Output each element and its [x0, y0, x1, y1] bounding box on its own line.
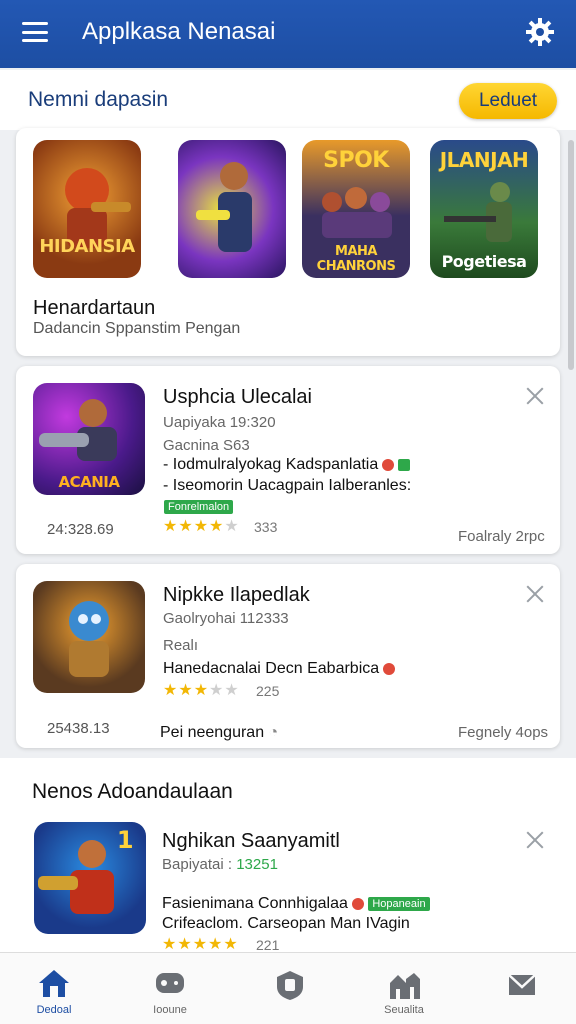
icon-title: 1	[116, 826, 134, 854]
close-icon[interactable]	[525, 584, 545, 604]
star-rating: ★★★★★	[163, 518, 240, 535]
app-name: Nghikan Saanyamitl	[162, 830, 340, 852]
shield-icon	[277, 971, 303, 1000]
scrollbar[interactable]	[568, 140, 574, 370]
app-meta: Gaolryohai 112333	[163, 610, 289, 627]
star-rating: ★★★★★	[163, 682, 240, 699]
app-name: Usphcia Ulecalai	[163, 386, 312, 408]
rating-count: 333	[254, 519, 278, 535]
app-feature: - Iseomorin Uacagpain Ialberanles:	[163, 477, 412, 494]
app-card[interactable]: Nipkke Ilapedlak Gaolryohai 112333 Realı…	[16, 564, 560, 748]
featured-tile-2[interactable]	[178, 140, 286, 278]
leduet-button[interactable]: Leduet	[459, 83, 557, 119]
featured-card: HIDANSIA SPOK MAHA CHANRONS JLANJAH Poge…	[16, 128, 560, 356]
footer-label: Pei neenguran	[160, 724, 265, 741]
app-bar: Applkasa Nenasai	[0, 0, 576, 68]
tile-title: JLANJAH	[439, 148, 529, 172]
app-meta: Gacnina S63	[163, 437, 250, 454]
nav-home[interactable]: Dedoal	[4, 953, 104, 1024]
icon-title: ACANIA	[58, 473, 120, 491]
download-count: 25438.13	[47, 720, 110, 737]
gamepad-icon	[156, 973, 184, 993]
featured-tile-1[interactable]: HIDANSIA	[33, 140, 141, 278]
nav-buildings[interactable]: Seualita	[354, 953, 454, 1024]
badge-icon	[351, 897, 364, 910]
close-icon[interactable]	[525, 386, 545, 406]
nav-label: Seualita	[384, 1004, 424, 1016]
category-tag: Fonrelmalon	[164, 500, 234, 514]
nav-games[interactable]: Iooune	[120, 953, 220, 1024]
category-tag: Hopaneain	[368, 896, 430, 911]
meta-label: Bapiyatai :	[162, 856, 233, 873]
tile-title: HIDANSIA	[39, 236, 135, 257]
featured-heading: Nemni dapasin	[28, 88, 169, 111]
featured-tile-4[interactable]: JLANJAH Pogetiesa	[430, 140, 538, 278]
section-heading: Nenos Adoandaulaan	[32, 780, 233, 803]
loading-icon: ◔	[268, 724, 279, 741]
featured-subtitle: Dadancin Sppanstim Pengan	[33, 320, 241, 337]
app-name: Nipkke Ilapedlak	[163, 584, 310, 606]
price-text: Fegnely 4ops	[458, 724, 549, 741]
menu-icon[interactable]	[22, 22, 48, 42]
bottom-nav: Dedoal Iooune Seualita	[0, 952, 576, 1024]
badge-icon	[398, 458, 411, 471]
robot-artwork	[69, 601, 109, 677]
app-feature: - Iodmulralyokag Kadspanlatia	[163, 456, 411, 474]
meta-value: 13251	[236, 856, 278, 873]
rating-count: 225	[256, 683, 280, 699]
hero-artwork	[65, 168, 131, 248]
nav-shield[interactable]	[240, 953, 340, 1024]
nav-label: Dedoal	[36, 1004, 72, 1016]
nav-mail[interactable]	[472, 953, 572, 1024]
feature-text: Fasienimana Connhigalaa	[162, 895, 348, 912]
app-feature: Hanedacnalai Decn Eabarbica	[163, 660, 396, 678]
mail-icon	[508, 974, 536, 995]
app-icon[interactable]: 1	[34, 822, 146, 934]
app-card[interactable]: ACANIA Usphcia Ulecalai Uapiyaka 19:320 …	[16, 366, 560, 554]
buildings-icon	[390, 973, 420, 999]
app-icon: ACANIA	[33, 383, 145, 495]
footer-text: Pei neenguran ◔	[160, 724, 278, 742]
home-icon	[39, 970, 69, 997]
gear-icon[interactable]	[524, 16, 556, 48]
close-icon[interactable]	[525, 830, 545, 850]
tile-subtitle: Pogetiesa	[441, 252, 527, 271]
tile-subtitle: MAHA CHANRONS	[316, 244, 396, 274]
app-icon	[33, 581, 145, 693]
app-meta: Uapiyaka 19:320	[163, 414, 276, 431]
app-meta: Realı	[163, 637, 199, 654]
featured-title: Henardartaun	[33, 297, 156, 319]
feature-text: Hanedacnalai Decn Eabarbica	[163, 660, 380, 677]
rating-count: 221	[256, 937, 280, 953]
featured-tile-3[interactable]: SPOK MAHA CHANRONS	[302, 140, 410, 278]
download-count: 24:328.69	[47, 521, 114, 538]
star-rating: ★★★★★	[162, 936, 239, 953]
recommended-section: Nenos Adoandaulaan 1 Nghikan Saanyamitl …	[0, 758, 576, 954]
badge-icon	[383, 662, 396, 675]
price-text: Foalraly 2rpc	[458, 528, 545, 545]
hero-artwork	[196, 162, 252, 252]
feature-text: - Iodmulralyokag Kadspanlatia	[163, 456, 379, 473]
app-title: Applkasa Nenasai	[82, 18, 276, 45]
app-feature: Fasienimana Connhigalaa Hopaneain	[162, 895, 430, 913]
tile-title: SPOK	[323, 148, 389, 173]
nav-label: Iooune	[153, 1004, 187, 1016]
app-feature: Crifeaclom. Carseopan Man IVagin	[162, 915, 410, 932]
badge-icon	[382, 458, 395, 471]
app-meta: Bapiyatai : 13251	[162, 856, 278, 873]
